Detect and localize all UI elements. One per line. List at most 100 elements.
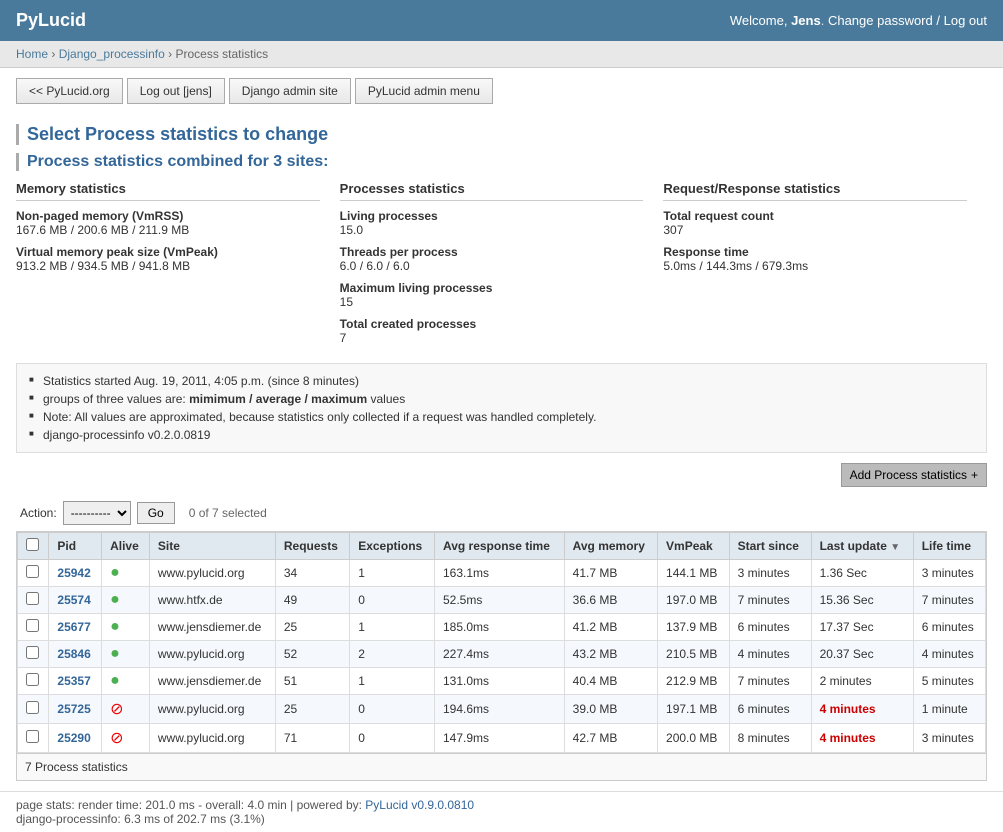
requests-cell: 51 (275, 668, 349, 695)
alive-indicator: ⊘ (110, 730, 123, 747)
row-checkbox[interactable] (26, 730, 39, 743)
last-update-cell: 2 minutes (811, 668, 913, 695)
th-avg-memory[interactable]: Avg memory (564, 533, 657, 560)
main-content: Select Process statistics to change Proc… (0, 124, 1003, 781)
django-info: django-processinfo: 6.3 ms of 202.7 ms (… (16, 812, 265, 826)
pid-link[interactable]: 25574 (57, 593, 90, 607)
life-time-cell: 5 minutes (913, 668, 985, 695)
th-exceptions[interactable]: Exceptions (350, 533, 435, 560)
avg-response-cell: 52.5ms (434, 587, 564, 614)
max-living-label: Maximum living processes (340, 281, 644, 295)
exceptions-cell: 0 (350, 587, 435, 614)
go-button[interactable]: Go (137, 502, 175, 524)
exceptions-cell: 1 (350, 560, 435, 587)
life-time-cell: 4 minutes (913, 641, 985, 668)
pid-link[interactable]: 25725 (57, 702, 90, 716)
pylucid-btn[interactable]: << PyLucid.org (16, 78, 123, 104)
avg-response-cell: 147.9ms (434, 724, 564, 753)
vmpeak-cell: 197.1 MB (658, 695, 730, 724)
th-start-since[interactable]: Start since (729, 533, 811, 560)
th-avg-response-time[interactable]: Avg response time (434, 533, 564, 560)
django-admin-btn[interactable]: Django admin site (229, 78, 351, 104)
add-process-statistics-button[interactable]: Add Process statistics + (841, 463, 987, 487)
exceptions-cell: 0 (350, 724, 435, 753)
avg-response-cell: 194.6ms (434, 695, 564, 724)
add-btn-label: Add Process statistics (850, 468, 967, 482)
exceptions-cell: 1 (350, 668, 435, 695)
th-life-time[interactable]: Life time (913, 533, 985, 560)
page-title: Select Process statistics to change (16, 124, 987, 145)
vmpeak-cell: 210.5 MB (658, 641, 730, 668)
threads-value: 6.0 / 6.0 / 6.0 (340, 259, 644, 273)
table-row: 25942●www.pylucid.org341163.1ms41.7 MB14… (18, 560, 986, 587)
welcome-text: Welcome, (730, 13, 788, 28)
nav-buttons: << PyLucid.orgLog out [jens]Django admin… (0, 68, 1003, 114)
site-cell: www.htfx.de (149, 587, 275, 614)
row-checkbox[interactable] (26, 565, 39, 578)
select-all-checkbox[interactable] (26, 538, 39, 551)
vmrss-label: Non-paged memory (VmRSS) (16, 209, 320, 223)
pid-link[interactable]: 25942 (57, 566, 90, 580)
pid-link[interactable]: 25677 (57, 620, 90, 634)
requests-cell: 34 (275, 560, 349, 587)
th-last-update[interactable]: Last update ▼ (811, 533, 913, 560)
site-cell: www.jensdiemer.de (149, 614, 275, 641)
exceptions-cell: 0 (350, 695, 435, 724)
avg-memory-cell: 36.6 MB (564, 587, 657, 614)
user-info: Welcome, Jens. Change password / Log out (730, 13, 987, 28)
logout-link[interactable]: Log out (944, 13, 987, 28)
th-requests[interactable]: Requests (275, 533, 349, 560)
alive-indicator: ● (110, 672, 120, 689)
response-time-label: Response time (663, 245, 967, 259)
breadcrumb-home[interactable]: Home (16, 47, 48, 61)
pid-link[interactable]: 25846 (57, 647, 90, 661)
exceptions-cell: 2 (350, 641, 435, 668)
selected-count: 0 of 7 selected (189, 506, 267, 520)
pid-link[interactable]: 25290 (57, 731, 90, 745)
add-btn-row: Add Process statistics + (16, 463, 987, 487)
th-pid[interactable]: Pid (49, 533, 102, 560)
exceptions-cell: 1 (350, 614, 435, 641)
req-resp-heading: Request/Response statistics (663, 181, 967, 201)
avg-memory-cell: 41.2 MB (564, 614, 657, 641)
change-password-link[interactable]: Change password (828, 13, 933, 28)
last-update-cell: 1.36 Sec (811, 560, 913, 587)
pylucid-admin-btn[interactable]: PyLucid admin menu (355, 78, 493, 104)
table-row: 25725⊘www.pylucid.org250194.6ms39.0 MB19… (18, 695, 986, 724)
row-checkbox[interactable] (26, 592, 39, 605)
breadcrumb-django-processinfo[interactable]: Django_processinfo (59, 47, 165, 61)
alive-indicator: ● (110, 591, 120, 608)
th-alive[interactable]: Alive (102, 533, 150, 560)
row-checkbox[interactable] (26, 646, 39, 659)
vmpeak-cell: 137.9 MB (658, 614, 730, 641)
app-logo: PyLucid (16, 10, 86, 31)
vmpeak-cell: 200.0 MB (658, 724, 730, 753)
row-checkbox[interactable] (26, 701, 39, 714)
row-checkbox[interactable] (26, 619, 39, 632)
avg-response-cell: 227.4ms (434, 641, 564, 668)
life-time-cell: 1 minute (913, 695, 985, 724)
th-site[interactable]: Site (149, 533, 275, 560)
th-vmpeak[interactable]: VmPeak (658, 533, 730, 560)
separator: / (936, 13, 940, 28)
pylucid-version-link[interactable]: PyLucid v0.9.0.0810 (365, 798, 474, 812)
processes-stats: Processes statistics Living processes 15… (340, 181, 664, 353)
row-checkbox[interactable] (26, 673, 39, 686)
table-row: 25677●www.jensdiemer.de251185.0ms41.2 MB… (18, 614, 986, 641)
processes-heading: Processes statistics (340, 181, 644, 201)
logout-btn[interactable]: Log out [jens] (127, 78, 225, 104)
total-req-value: 307 (663, 223, 967, 237)
th-checkbox[interactable] (18, 533, 49, 560)
pid-link[interactable]: 25357 (57, 674, 90, 688)
alive-indicator: ● (110, 645, 120, 662)
table-row: 25574●www.htfx.de49052.5ms36.6 MB197.0 M… (18, 587, 986, 614)
avg-memory-cell: 40.4 MB (564, 668, 657, 695)
action-select[interactable]: ---------- (63, 501, 131, 525)
action-label: Action: (20, 506, 57, 520)
render-time-text: page stats: render time: 201.0 ms - over… (16, 798, 362, 812)
avg-response-cell: 163.1ms (434, 560, 564, 587)
last-update-cell: 4 minutes (811, 724, 913, 753)
total-req-label: Total request count (663, 209, 967, 223)
avg-response-cell: 185.0ms (434, 614, 564, 641)
life-time-cell: 3 minutes (913, 724, 985, 753)
